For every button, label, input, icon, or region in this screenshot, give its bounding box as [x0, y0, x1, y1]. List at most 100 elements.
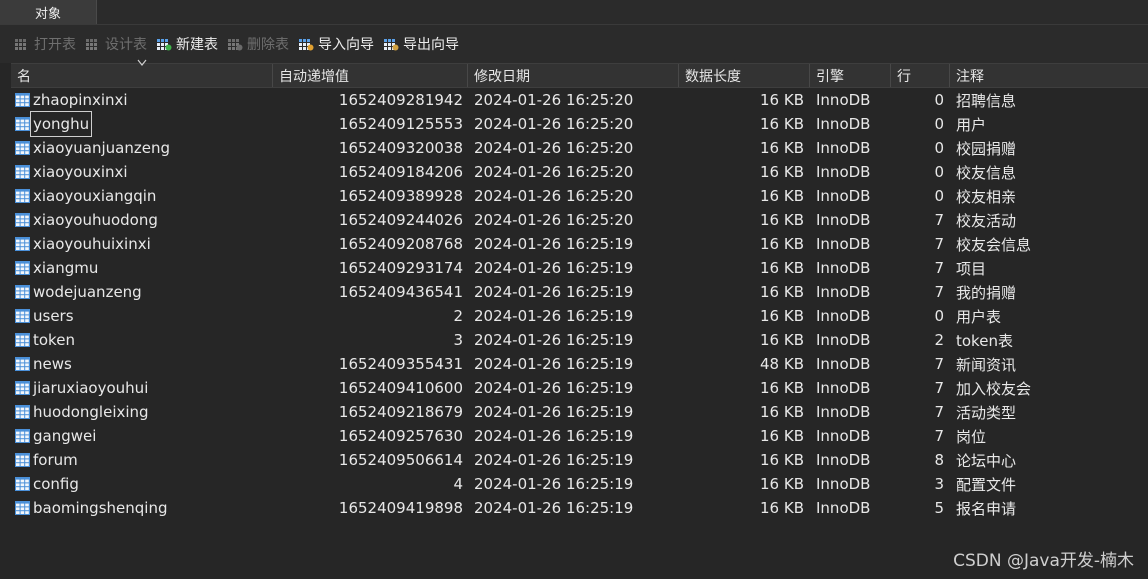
toolbar-button-label: 新建表	[176, 37, 218, 53]
delete-table-button[interactable]: 删除表	[227, 34, 289, 54]
row-count-cell: 7	[934, 235, 944, 253]
table-name-cell: xiaoyouxiangqin	[33, 187, 157, 205]
data-length-cell: 16 KB	[760, 379, 804, 397]
row-count-cell: 2	[934, 331, 944, 349]
table-row[interactable]: xiaoyuanjuanzeng 1652409320038 2024-01-26 …	[11, 136, 1148, 160]
table-name-cell: baomingshenqing	[33, 499, 168, 517]
open-table-button[interactable]: 打开表	[14, 34, 76, 54]
row-count-cell: 7	[934, 259, 944, 277]
comment-cell: 岗位	[956, 427, 987, 446]
table-row[interactable]: config 4 2024-01-26 16:25:19 16 KB InnoDB 3 配置…	[11, 472, 1148, 496]
auto-increment-cell: 1652409410600	[338, 379, 463, 397]
table-name-cell: huodongleixing	[33, 403, 149, 421]
design-table-button[interactable]: 设计表	[85, 34, 147, 54]
tab-objects[interactable]: 对象	[0, 0, 97, 24]
data-length-cell: 16 KB	[760, 331, 804, 349]
column-header-comment-label: 注释	[956, 68, 984, 85]
row-count-cell: 0	[934, 139, 944, 157]
comment-cell: 校友信息	[956, 163, 1017, 182]
engine-cell: InnoDB	[816, 211, 871, 229]
toolbar-button-label: 删除表	[247, 37, 289, 53]
data-length-cell: 16 KB	[760, 235, 804, 253]
data-length-cell: 16 KB	[760, 403, 804, 421]
column-header-auto-increment-label: 自动递增值	[279, 68, 349, 85]
table-icon	[15, 501, 30, 515]
engine-cell: InnoDB	[816, 283, 871, 301]
table-row[interactable]: xiaoyouhuixinxi 1652409208768 2024-01-26 1…	[11, 232, 1148, 256]
engine-cell: InnoDB	[816, 139, 871, 157]
column-header-name-label: 名	[17, 68, 31, 85]
modified-date-cell: 2024-01-26 16:25:20	[474, 91, 634, 109]
table-name-cell: jiaruxiaoyouhui	[33, 379, 149, 397]
comment-cell: 校园捐赠	[956, 139, 1017, 158]
table-icon	[15, 453, 30, 467]
table-name-cell: xiangmu	[33, 259, 99, 277]
table-row[interactable]: xiaoyouxiangqin 1652409389928 2024-01-26 1…	[11, 184, 1148, 208]
table-name-cell: xiaoyouhuixinxi	[33, 235, 151, 253]
data-length-cell: 16 KB	[760, 307, 804, 325]
table-row[interactable]: baomingshenqing 1652409419898 2024-01-26 1…	[11, 496, 1148, 520]
engine-cell: InnoDB	[816, 259, 871, 277]
data-length-cell: 16 KB	[760, 451, 804, 469]
column-header-data-length[interactable]: 数据长度	[679, 64, 810, 87]
table-row[interactable]: token 3 2024-01-26 16:25:19 16 KB InnoDB 2 tok…	[11, 328, 1148, 352]
table-name-cell: token	[33, 331, 75, 349]
table-row[interactable]: forum 1652409506614 2024-01-26 16:25:19 16 …	[11, 448, 1148, 472]
column-header-name[interactable]: 名	[11, 59, 273, 87]
export-wizard-button[interactable]: 导出向导	[383, 34, 459, 54]
column-header-comment[interactable]: 注释	[950, 64, 1148, 87]
modified-date-cell: 2024-01-26 16:25:20	[474, 211, 634, 229]
auto-increment-cell: 1652409125553	[338, 115, 463, 133]
table-icon	[15, 213, 30, 227]
table-name-cell: xiaoyouhuodong	[33, 211, 158, 229]
column-header-modified-date[interactable]: 修改日期	[468, 64, 679, 87]
data-length-cell: 16 KB	[760, 91, 804, 109]
export-wizard-icon	[384, 39, 399, 51]
data-length-cell: 16 KB	[760, 211, 804, 229]
comment-cell: 我的捐赠	[956, 283, 1017, 302]
table-icon	[15, 357, 30, 371]
table-name-cell: gangwei	[33, 427, 97, 445]
modified-date-cell: 2024-01-26 16:25:19	[474, 355, 634, 373]
auto-increment-cell: 1652409320038	[338, 139, 463, 157]
column-header-rows[interactable]: 行	[891, 64, 950, 87]
auto-increment-cell: 1652409293174	[338, 259, 463, 277]
table-icon	[15, 237, 30, 251]
column-header-data-length-label: 数据长度	[685, 68, 741, 85]
comment-cell: 活动类型	[956, 403, 1017, 422]
comment-cell: 招聘信息	[956, 91, 1017, 110]
table-row[interactable]: zhaopinxinxi 1652409281942 2024-01-26 16:2…	[11, 88, 1148, 112]
table-name-cell: forum	[33, 451, 78, 469]
table-row[interactable]: jiaruxiaoyouhui 1652409410600 2024-01-26 1…	[11, 376, 1148, 400]
column-header-auto-increment[interactable]: 自动递增值	[273, 64, 468, 87]
table-row[interactable]: huodongleixing 1652409218679 2024-01-26 16…	[11, 400, 1148, 424]
row-count-cell: 8	[934, 451, 944, 469]
comment-cell: 校友活动	[956, 211, 1017, 230]
auto-increment-cell: 1652409506614	[338, 451, 463, 469]
auto-increment-cell: 1652409257630	[338, 427, 463, 445]
table-row[interactable]: gangwei 1652409257630 2024-01-26 16:25:19 1…	[11, 424, 1148, 448]
engine-cell: InnoDB	[816, 427, 871, 445]
table-icon	[15, 429, 30, 443]
modified-date-cell: 2024-01-26 16:25:19	[474, 235, 634, 253]
toolbar-button-label: 打开表	[34, 37, 76, 53]
table-row[interactable]: xiangmu 1652409293174 2024-01-26 16:25:19 1…	[11, 256, 1148, 280]
table-row[interactable]: xiaoyouxinxi 1652409184206 2024-01-26 16:2…	[11, 160, 1148, 184]
comment-cell: token表	[956, 331, 1013, 350]
engine-cell: InnoDB	[816, 307, 871, 325]
table-row[interactable]: news 1652409355431 2024-01-26 16:25:19 48 K…	[11, 352, 1148, 376]
auto-increment-cell: 4	[453, 475, 463, 493]
modified-date-cell: 2024-01-26 16:25:19	[474, 403, 634, 421]
new-table-button[interactable]: 新建表	[156, 34, 218, 54]
auto-increment-cell: 1652409281942	[338, 91, 463, 109]
modified-date-cell: 2024-01-26 16:25:19	[474, 331, 634, 349]
column-header-engine-label: 引擎	[816, 68, 844, 85]
data-length-cell: 16 KB	[760, 283, 804, 301]
modified-date-cell: 2024-01-26 16:25:19	[474, 307, 634, 325]
column-header-engine[interactable]: 引擎	[810, 64, 891, 87]
table-row[interactable]: wodejuanzeng 1652409436541 2024-01-26 16:2…	[11, 280, 1148, 304]
table-row[interactable]: yonghu 1652409125553 2024-01-26 16:25:20 16…	[11, 111, 1148, 137]
import-wizard-button[interactable]: 导入向导	[298, 34, 374, 54]
table-row[interactable]: users 2 2024-01-26 16:25:19 16 KB InnoDB 0 用户表	[11, 304, 1148, 328]
table-row[interactable]: xiaoyouhuodong 1652409244026 2024-01-26 16…	[11, 208, 1148, 232]
